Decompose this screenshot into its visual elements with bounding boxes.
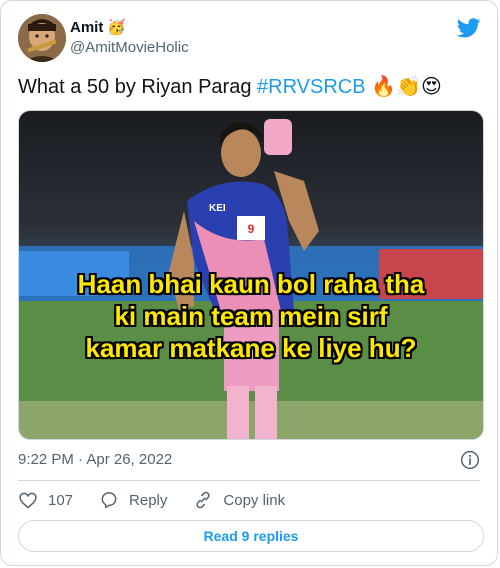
jersey-sponsor-text: KEI — [209, 203, 226, 214]
reply-button[interactable]: Reply — [99, 490, 167, 510]
tweet-photo[interactable]: 9 KEI Haan bhai kaun bol raha tha ki mai… — [18, 110, 484, 440]
heart-icon — [19, 492, 37, 509]
avatar-image — [18, 14, 66, 62]
like-button[interactable]: 107 — [18, 490, 73, 510]
meme-line-3: kamar matkane ke liye hu? — [85, 333, 417, 363]
twitter-bird-icon[interactable] — [457, 16, 481, 40]
tweet-emojis: 🔥👏😍 — [371, 74, 442, 98]
svg-text:9: 9 — [248, 222, 255, 236]
link-icon — [196, 491, 211, 509]
meme-line-2: ki main team mein sirf — [114, 301, 388, 331]
author-name[interactable]: Amit 🥳 — [70, 18, 126, 36]
divider — [18, 480, 480, 481]
tweet-text: What a 50 by Riyan Parag #RRVSRCB 🔥👏😍 — [18, 74, 442, 99]
tweet-timestamp[interactable]: 9:22 PM · Apr 26, 2022 — [18, 451, 172, 468]
party-emoji: 🥳 — [107, 18, 127, 36]
copy-link-button[interactable]: Copy link — [193, 490, 285, 510]
author-handle[interactable]: @AmitMovieHolic — [70, 39, 189, 56]
tweet-card: Amit 🥳 @AmitMovieHolic What a 50 by Riya… — [0, 0, 498, 566]
tweet-text-body: What a 50 by Riyan Parag — [18, 76, 258, 98]
action-bar: 107 Reply Copy link — [18, 490, 311, 510]
read-replies-button[interactable]: Read 9 replies — [18, 520, 484, 552]
reply-bubble-icon — [101, 492, 117, 509]
copy-link-label: Copy link — [223, 491, 286, 509]
avatar[interactable] — [18, 14, 66, 62]
reply-label: Reply — [129, 491, 168, 509]
info-icon[interactable] — [460, 450, 480, 470]
like-count: 107 — [48, 491, 74, 509]
hashtag-link[interactable]: #RRVSRCB — [257, 76, 366, 98]
author-name-text: Amit — [70, 18, 104, 36]
meme-line-1: Haan bhai kaun bol raha tha — [77, 269, 425, 299]
